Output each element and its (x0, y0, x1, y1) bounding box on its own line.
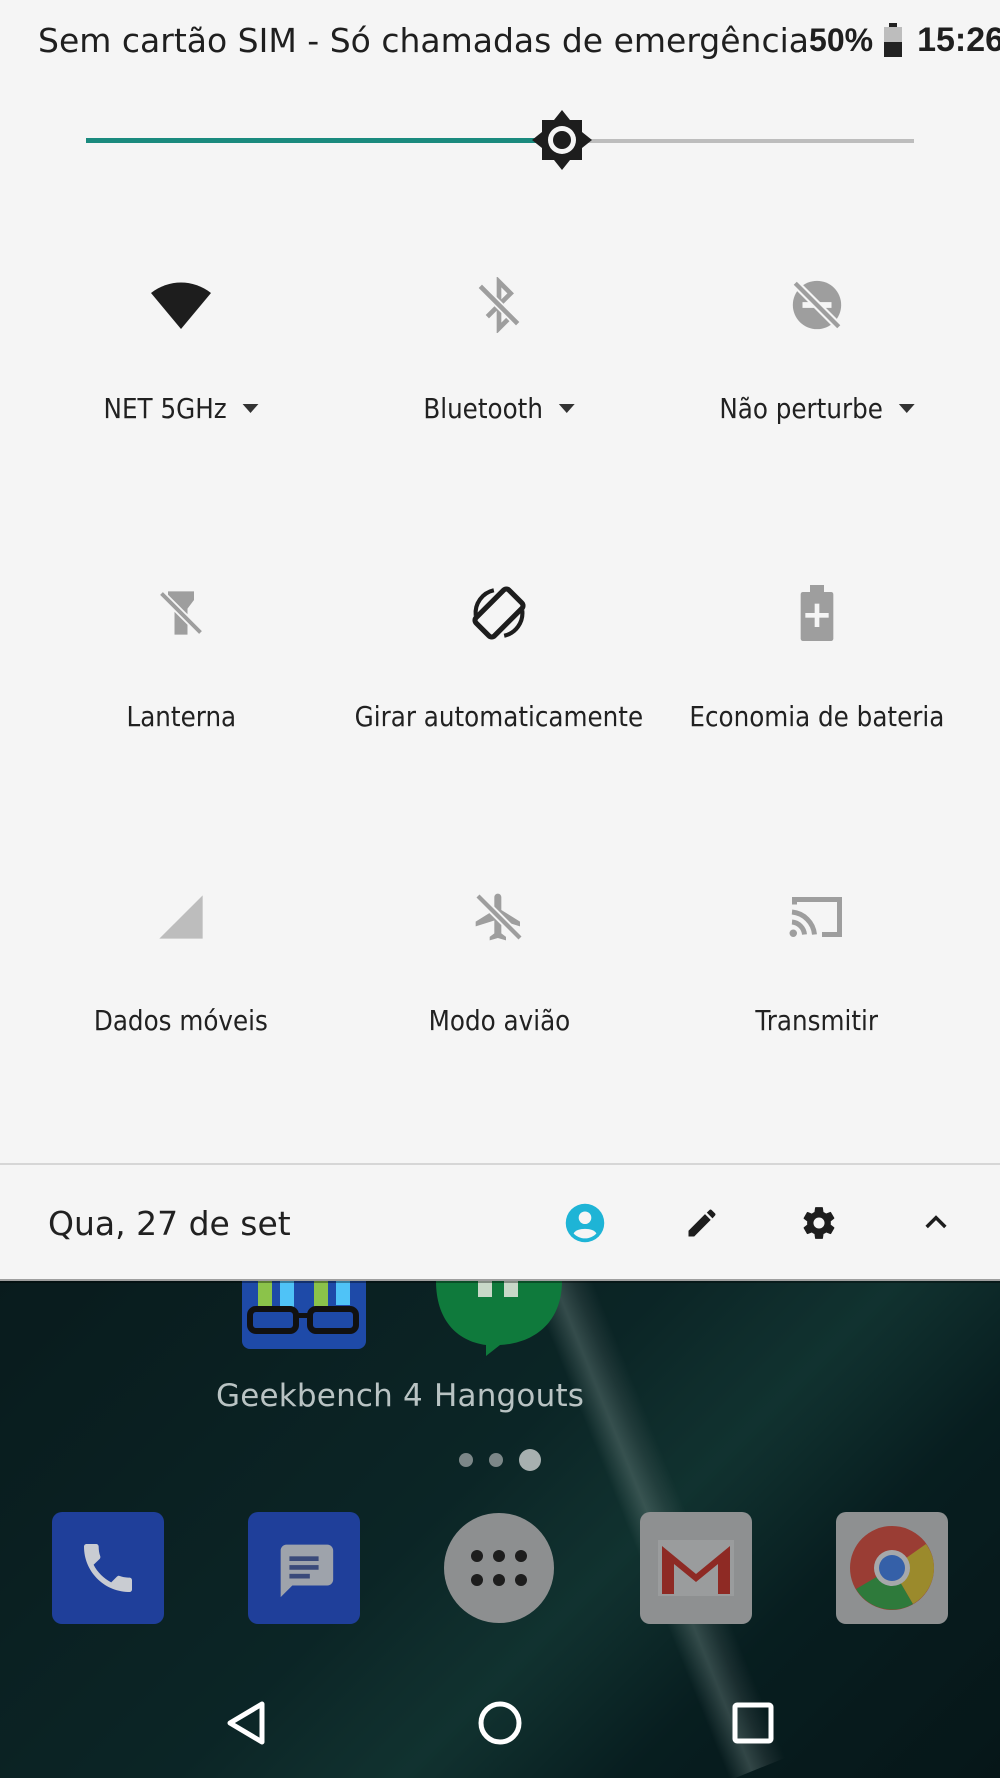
phone-icon[interactable] (52, 1512, 164, 1624)
gmail-icon[interactable] (640, 1512, 752, 1624)
tile-cast[interactable]: Transmitir (652, 882, 982, 1037)
app-label-hangouts[interactable]: Hangouts (434, 1378, 584, 1414)
battery-percent: 50% (809, 21, 874, 58)
brightness-fill (86, 138, 562, 143)
recents-icon (732, 1702, 774, 1744)
chrome-icon[interactable] (836, 1512, 948, 1624)
messages-icon[interactable] (248, 1512, 360, 1624)
shade-shadow (0, 1279, 1000, 1283)
tile-wifi[interactable]: NET 5GHz (16, 270, 346, 425)
home-button[interactable] (455, 1678, 545, 1768)
airplane-mode-off-icon (464, 882, 534, 952)
edit-button[interactable] (643, 1173, 760, 1273)
battery-icon (883, 23, 903, 57)
dropdown-caret-icon[interactable] (242, 404, 259, 413)
date-text: Qua, 27 de set (48, 1203, 291, 1243)
quick-settings-panel: Sem cartão SIM - Só chamadas de emergênc… (0, 0, 1000, 1281)
mobile-data-icon (146, 882, 216, 952)
tile-mobile-data[interactable]: Dados móveis (16, 882, 346, 1037)
app-label-geekbench[interactable]: Geekbench 4 (216, 1378, 423, 1414)
carrier-text: Sem cartão SIM - Só chamadas de emergênc… (38, 20, 810, 60)
tile-label: NET 5GHz (103, 392, 227, 425)
clock: 15:26 (917, 20, 1000, 59)
brightness-slider[interactable] (86, 108, 914, 172)
geekbench-icon[interactable] (242, 1281, 366, 1349)
flashlight-off-icon (146, 578, 216, 648)
settings-icon (803, 1207, 834, 1239)
dropdown-caret-icon[interactable] (898, 404, 915, 413)
tile-bluetooth[interactable]: Bluetooth (334, 270, 664, 425)
page-indicator (0, 1449, 1000, 1471)
tile-label: Economia de bateria (689, 700, 945, 733)
tile-label: Dados móveis (94, 1004, 268, 1037)
settings-button[interactable] (760, 1173, 877, 1273)
tile-label: Lanterna (126, 700, 236, 733)
tile-do-not-disturb[interactable]: Não perturbe (652, 270, 982, 425)
user-button[interactable] (526, 1173, 643, 1273)
page-dot-active (519, 1449, 541, 1471)
app-drawer-icon[interactable] (444, 1513, 554, 1623)
chevron-up-icon (924, 1215, 947, 1229)
tile-airplane-mode[interactable]: Modo avião (334, 882, 664, 1037)
tile-battery-saver[interactable]: Economia de bateria (652, 578, 982, 733)
navigation-bar (0, 1668, 1000, 1778)
hangouts-icon[interactable] (436, 1281, 562, 1356)
tile-flashlight[interactable]: Lanterna (16, 578, 346, 733)
bluetooth-off-icon (464, 270, 534, 340)
recents-button[interactable] (708, 1678, 798, 1768)
tile-label: Bluetooth (423, 392, 543, 425)
tile-label: Transmitir (755, 1004, 879, 1037)
user-icon (565, 1203, 604, 1243)
brightness-icon (532, 110, 592, 170)
status-bar: Sem cartão SIM - Só chamadas de emergênc… (0, 0, 1000, 80)
dropdown-caret-icon[interactable] (558, 404, 575, 413)
brightness-thumb[interactable] (530, 108, 594, 172)
back-icon (227, 1701, 265, 1745)
quick-settings-footer: Qua, 27 de set (0, 1163, 1000, 1281)
battery-saver-icon (782, 578, 852, 648)
tile-label: Não perturbe (719, 392, 883, 425)
tile-label: Modo avião (428, 1004, 570, 1037)
page-dot (489, 1453, 503, 1467)
back-button[interactable] (202, 1678, 292, 1768)
tile-label: Girar automaticamente (354, 700, 644, 733)
tile-auto-rotate[interactable]: Girar automaticamente (334, 578, 664, 733)
wifi-icon (146, 270, 216, 340)
do-not-disturb-off-icon (782, 270, 852, 340)
collapse-button[interactable] (877, 1173, 994, 1273)
cast-icon (782, 882, 852, 952)
page-dot (459, 1453, 473, 1467)
home-icon (478, 1701, 522, 1745)
auto-rotate-icon (464, 578, 534, 648)
edit-icon (688, 1209, 715, 1237)
